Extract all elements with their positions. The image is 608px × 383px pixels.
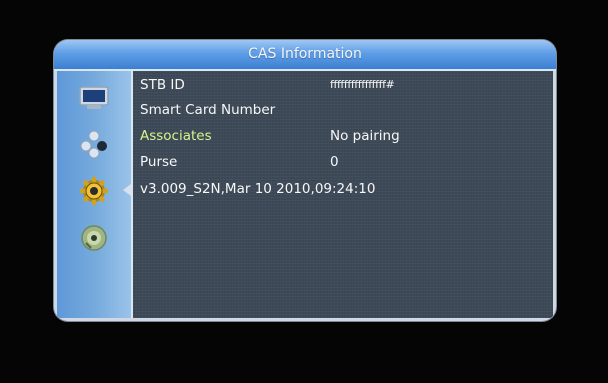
menu-sidebar bbox=[57, 71, 133, 318]
stb-id-label: STB ID bbox=[140, 77, 185, 93]
associates-row: Associates No pairing bbox=[140, 126, 550, 146]
purse-row: Purse 0 bbox=[140, 152, 550, 172]
stb-id-value: ffffffffffffffff# bbox=[330, 78, 395, 91]
selected-indicator-icon bbox=[123, 184, 131, 196]
window-title: CAS Information bbox=[54, 40, 556, 71]
smart-card-label: Smart Card Number bbox=[140, 102, 276, 118]
associates-label: Associates bbox=[140, 128, 212, 144]
associates-value: No pairing bbox=[330, 128, 400, 144]
firmware-version: v3.009_S2N,Mar 10 2010,09:24:10 bbox=[140, 181, 376, 197]
cas-info-window: CAS Information STB ID ffffffffffffffff#… bbox=[54, 40, 556, 321]
tv-screen: CAS Information STB ID ffffffffffffffff#… bbox=[0, 0, 608, 383]
circles-icon[interactable] bbox=[77, 129, 111, 159]
gear-icon[interactable] bbox=[77, 176, 111, 206]
cas-info-panel: STB ID ffffffffffffffff# Smart Card Numb… bbox=[133, 71, 553, 318]
tv-icon[interactable] bbox=[77, 83, 111, 113]
stb-id-row: STB ID ffffffffffffffff# bbox=[140, 75, 550, 95]
purse-label: Purse bbox=[140, 154, 178, 170]
purse-value: 0 bbox=[330, 154, 339, 170]
disc-icon[interactable] bbox=[77, 223, 111, 253]
smart-card-row: Smart Card Number bbox=[140, 100, 550, 120]
